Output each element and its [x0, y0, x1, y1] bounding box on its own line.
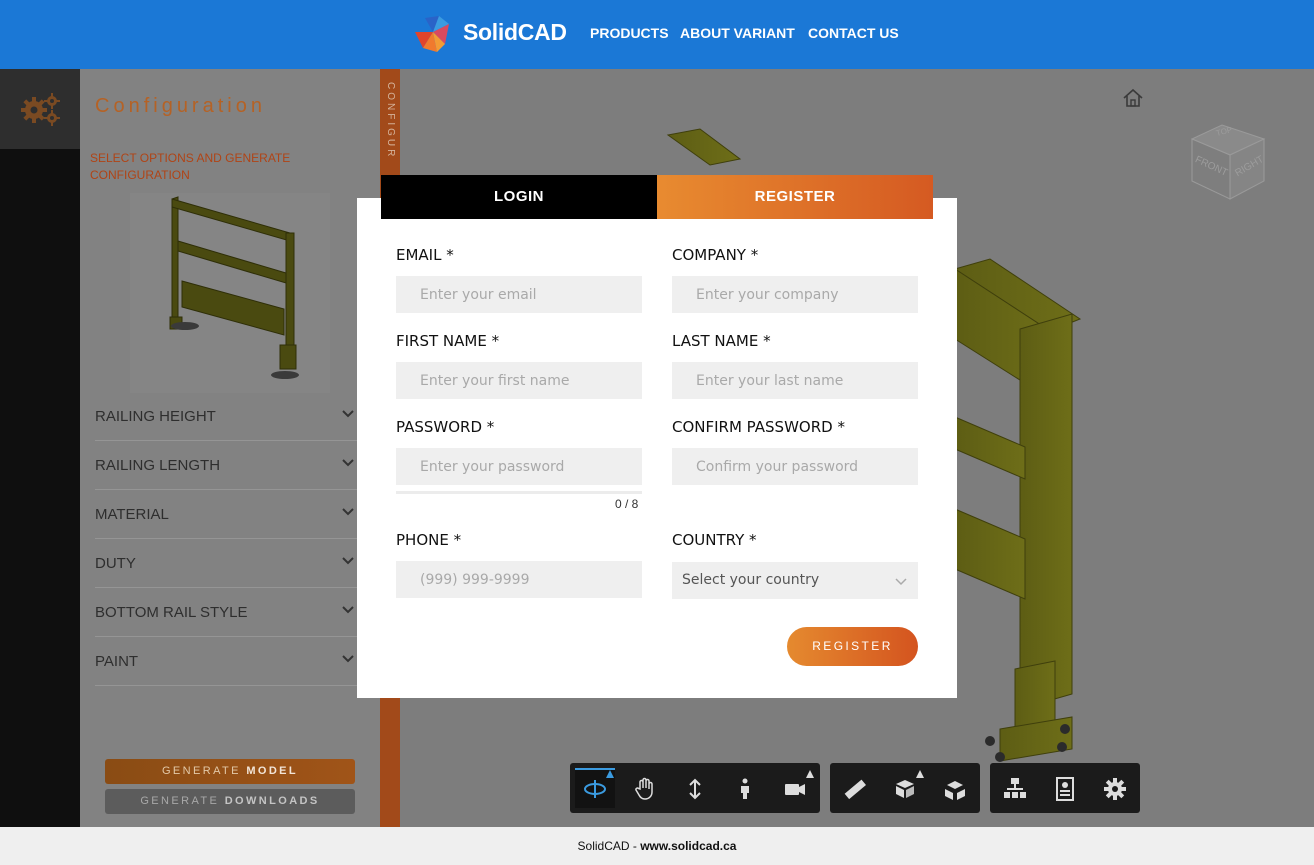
view-cube[interactable]: TOP FRONT RIGHT	[1186, 119, 1268, 203]
chevron-down-icon	[342, 557, 354, 565]
footer-link[interactable]: www.solidcad.ca	[640, 839, 736, 853]
panel-title: Configuration	[95, 95, 266, 117]
phone-label: PHONE *	[396, 531, 462, 549]
password-counter: 0 / 8	[615, 497, 639, 511]
chevron-down-icon	[342, 459, 354, 467]
email-input[interactable]	[396, 276, 642, 313]
panel-subtitle: SELECT OPTIONS AND GENERATE CONFIGURATIO…	[90, 151, 291, 182]
password-strength-bar	[396, 491, 642, 494]
last-name-input[interactable]	[672, 362, 918, 399]
chevron-down-icon	[342, 508, 354, 516]
generate-model-bold: MODEL	[246, 765, 299, 777]
top-header: SolidCAD PRODUCTS ABOUT VARIANT CONTACT …	[0, 0, 1314, 69]
camera-icon[interactable]	[783, 777, 807, 801]
configuration-tab-label: CONFIGUR	[385, 82, 396, 160]
password-label: PASSWORD *	[396, 418, 495, 436]
footer-prefix: SolidCAD -	[577, 839, 641, 853]
confirm-password-input[interactable]	[672, 448, 918, 485]
generate-downloads-bold: DOWNLOADS	[224, 795, 320, 807]
password-input[interactable]	[396, 448, 642, 485]
pan-hand-icon[interactable]	[633, 777, 657, 801]
left-rail	[0, 69, 80, 827]
nav-products[interactable]: PRODUCTS	[590, 25, 669, 41]
option-paint[interactable]: PAINT	[95, 637, 357, 686]
tab-login[interactable]: LOGIN	[381, 175, 657, 219]
properties-card-icon[interactable]	[1053, 777, 1077, 801]
option-label: BOTTOM RAIL STYLE	[95, 604, 248, 621]
footer: SolidCAD - www.solidcad.ca	[0, 827, 1314, 865]
chevron-down-icon	[342, 606, 354, 614]
tab-register[interactable]: REGISTER	[657, 175, 933, 219]
option-label: PAINT	[95, 653, 139, 670]
orbit-icon[interactable]	[583, 777, 607, 801]
nav-contact-us[interactable]: CONTACT US	[808, 25, 899, 41]
last-name-label: LAST NAME *	[672, 332, 771, 350]
option-label: RAILING LENGTH	[95, 457, 221, 474]
configuration-menu-button[interactable]	[0, 69, 80, 149]
email-label: EMAIL *	[396, 246, 454, 264]
generate-model-button[interactable]: GENERATE MODEL	[105, 759, 355, 784]
company-input[interactable]	[672, 276, 918, 313]
model-thumbnail	[130, 193, 330, 393]
option-railing-height[interactable]: RAILING HEIGHT	[95, 392, 357, 441]
phone-input[interactable]	[396, 561, 642, 598]
confirm-password-label: CONFIRM PASSWORD *	[672, 418, 845, 436]
nav-about-variant[interactable]: ABOUT VARIANT	[680, 25, 795, 41]
chevron-down-icon	[342, 655, 354, 663]
chevron-down-icon	[342, 410, 354, 418]
country-select[interactable]: Select your country	[672, 562, 918, 599]
country-select-value: Select your country	[682, 572, 820, 588]
generate-downloads-prefix: GENERATE	[140, 795, 225, 807]
explode-expand-icon[interactable]	[916, 770, 924, 778]
section-cube-icon[interactable]	[943, 777, 967, 801]
option-duty[interactable]: DUTY	[95, 539, 357, 588]
home-icon[interactable]	[1122, 88, 1144, 108]
company-label: COMPANY *	[672, 246, 759, 264]
zoom-updown-icon[interactable]	[683, 777, 707, 801]
first-name-input[interactable]	[396, 362, 642, 399]
option-bottom-rail-style[interactable]: BOTTOM RAIL STYLE	[95, 588, 357, 637]
brand-name[interactable]: SolidCAD	[463, 19, 567, 46]
option-label: MATERIAL	[95, 506, 169, 523]
option-label: DUTY	[95, 555, 136, 572]
settings-gear-icon[interactable]	[1103, 777, 1127, 801]
measure-ruler-icon[interactable]	[843, 777, 867, 801]
option-railing-length[interactable]: RAILING LENGTH	[95, 441, 357, 490]
generate-downloads-button[interactable]: GENERATE DOWNLOADS	[105, 789, 355, 814]
option-material[interactable]: MATERIAL	[95, 490, 357, 539]
country-label: COUNTRY *	[672, 531, 757, 549]
gears-icon	[21, 93, 60, 126]
camera-expand-icon[interactable]	[806, 770, 814, 778]
model-tree-icon[interactable]	[1003, 777, 1027, 801]
generate-model-prefix: GENERATE	[161, 765, 247, 777]
register-submit-button[interactable]: REGISTER	[787, 627, 918, 666]
first-name-label: FIRST NAME *	[396, 332, 500, 350]
option-label: RAILING HEIGHT	[95, 408, 216, 425]
solidcad-logo-icon[interactable]	[413, 14, 455, 54]
explode-box-icon[interactable]	[893, 777, 917, 801]
chevron-down-icon	[895, 578, 907, 586]
railing-thumbnail-image	[169, 196, 299, 379]
walk-person-icon[interactable]	[733, 777, 757, 801]
orbit-expand-icon[interactable]	[606, 770, 614, 778]
